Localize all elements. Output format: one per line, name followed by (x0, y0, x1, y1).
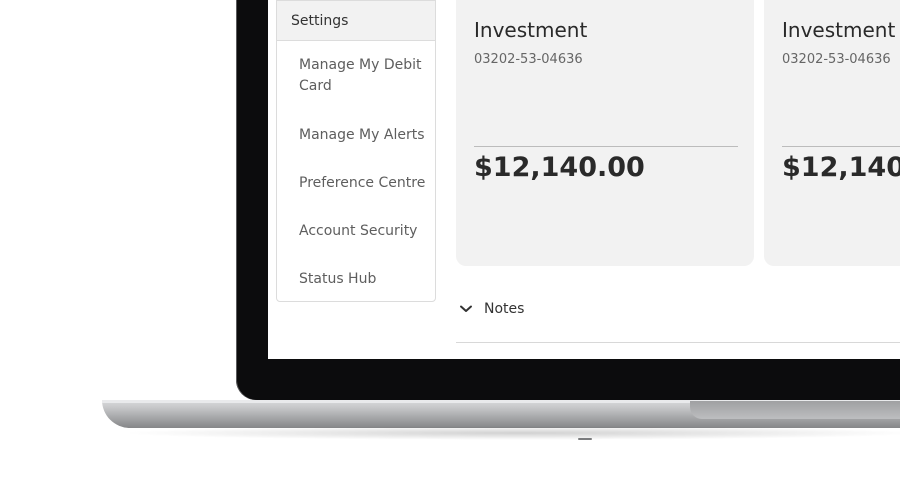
account-number: 03202-53-04636 (474, 52, 583, 67)
sidebar-item-status-hub[interactable]: Status Hub (277, 269, 376, 290)
sidebar-item-manage-alerts[interactable]: Manage My Alerts (277, 125, 425, 146)
notes-toggle[interactable]: Notes (458, 296, 524, 322)
sidebar-item-preference-centre[interactable]: Preference Centre (277, 173, 425, 194)
account-card[interactable]: Investment 03202-53-04636 $12,140.00 (456, 0, 754, 266)
account-number: 03202-53-04636 (782, 52, 891, 67)
laptop-shadow (120, 426, 900, 440)
account-balance: $12,140.00 (474, 152, 645, 183)
account-title: Investment (782, 18, 896, 42)
account-title: Investment (474, 18, 588, 42)
card-divider (782, 146, 900, 147)
sidebar-item-manage-debit-card[interactable]: Manage My Debit Card (277, 55, 429, 97)
notes-divider (456, 342, 900, 343)
sidebar-item-account-security[interactable]: Account Security (277, 221, 417, 242)
laptop-speaker (578, 438, 592, 440)
chevron-down-icon (458, 301, 474, 317)
settings-sidebar: Settings Manage My Debit Card Manage My … (276, 0, 436, 302)
laptop-hinge (690, 401, 900, 419)
account-card[interactable]: Investment 03202-53-04636 $12,140.0 (764, 0, 900, 266)
sidebar-header: Settings (277, 1, 435, 41)
laptop-screen: Settings Manage My Debit Card Manage My … (268, 0, 900, 359)
notes-label: Notes (484, 301, 525, 317)
account-balance: $12,140.0 (782, 152, 900, 183)
card-divider (474, 146, 738, 147)
